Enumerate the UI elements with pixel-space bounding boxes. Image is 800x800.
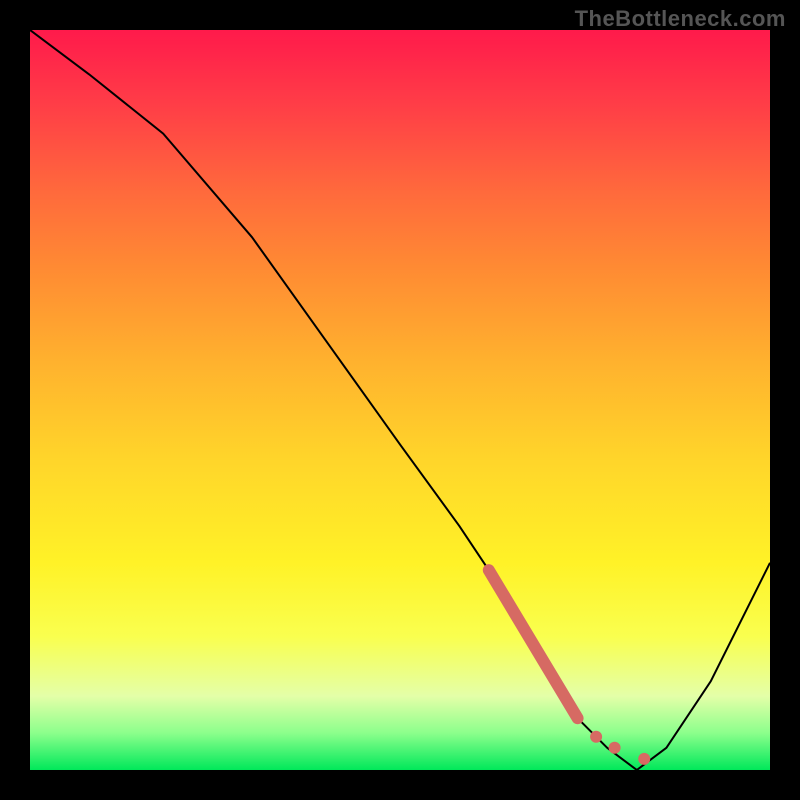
highlight-dot xyxy=(590,731,602,743)
highlight-dot xyxy=(609,742,621,754)
watermark-label: TheBottleneck.com xyxy=(575,6,786,32)
highlight-dot xyxy=(638,753,650,765)
bottleneck-curve xyxy=(30,30,770,770)
plot-overlay xyxy=(30,30,770,770)
chart-container: TheBottleneck.com xyxy=(0,0,800,800)
highlight-dots xyxy=(590,731,650,765)
plot-area xyxy=(30,30,770,770)
highlight-segment xyxy=(489,570,578,718)
